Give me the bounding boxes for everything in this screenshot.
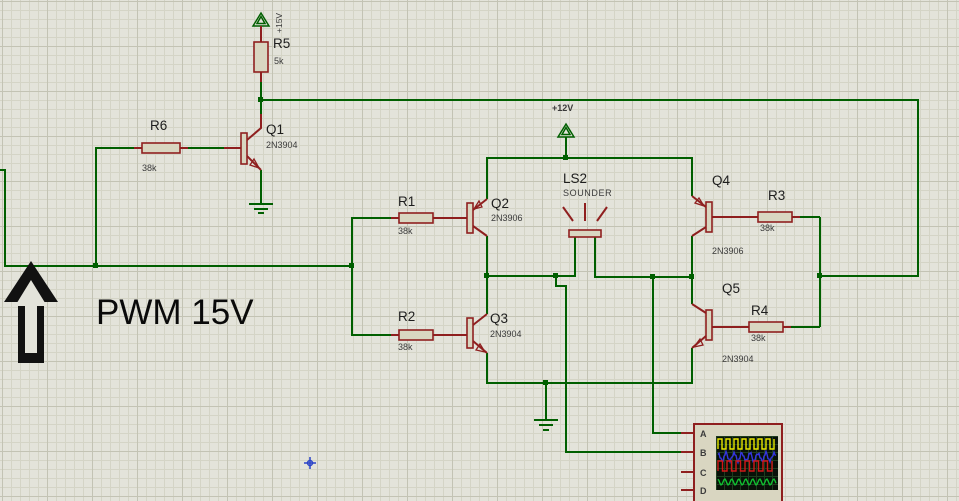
value-q5[interactable]: 2N3904 xyxy=(722,354,754,364)
ref-q2[interactable]: Q2 xyxy=(491,196,509,211)
scope-trace-a xyxy=(717,438,775,450)
ref-r6[interactable]: R6 xyxy=(150,118,167,133)
value-q4[interactable]: 2N3906 xyxy=(712,246,744,256)
scope-trace-d xyxy=(717,478,777,486)
resistor-r2[interactable] xyxy=(391,329,467,341)
power-label-12v: +12V xyxy=(552,103,574,113)
resistor-r1[interactable] xyxy=(391,212,467,224)
ref-ls2[interactable]: LS2 xyxy=(563,171,587,186)
ref-r4[interactable]: R4 xyxy=(751,303,768,318)
wire-bridge-right-output xyxy=(594,237,692,278)
transistor-q5[interactable] xyxy=(691,303,713,349)
wire-to-scope-b xyxy=(555,276,681,453)
resistor-r4[interactable] xyxy=(712,321,791,333)
transistor-q2[interactable] xyxy=(466,198,488,237)
ref-q4[interactable]: Q4 xyxy=(712,173,730,188)
resistor-r5[interactable] xyxy=(253,26,269,82)
value-ls2[interactable]: SOUNDER xyxy=(563,188,612,198)
origin-marker-icon xyxy=(304,457,316,469)
ground-icon-bridge[interactable] xyxy=(534,419,558,431)
transistor-q1[interactable] xyxy=(224,114,262,171)
scope-pin-label-a: A xyxy=(700,429,707,439)
value-q2[interactable]: 2N3906 xyxy=(491,213,523,223)
scope-pin-label-c: C xyxy=(700,468,707,478)
scope-trace-c xyxy=(717,460,773,472)
wire-pwm-input xyxy=(0,169,352,267)
ref-q3[interactable]: Q3 xyxy=(490,311,508,326)
ref-r1[interactable]: R1 xyxy=(398,194,415,209)
wire-to-scope-a xyxy=(652,277,681,434)
junction-dots xyxy=(93,97,822,385)
scope-screen xyxy=(716,436,778,490)
value-r5[interactable]: 5k xyxy=(274,56,284,66)
ref-r3[interactable]: R3 xyxy=(768,188,785,203)
ref-q1[interactable]: Q1 xyxy=(266,122,284,137)
ground-icon-q1[interactable] xyxy=(249,203,273,214)
wire-bottom-rail xyxy=(486,348,693,384)
scope-pin-label-d: D xyxy=(700,486,707,496)
value-q1[interactable]: 2N3904 xyxy=(266,140,298,150)
value-r6[interactable]: 38k xyxy=(142,163,157,173)
sounder-ls2[interactable] xyxy=(562,203,608,238)
value-q3[interactable]: 2N3904 xyxy=(490,329,522,339)
resistor-r3[interactable] xyxy=(712,211,800,223)
wires[interactable] xyxy=(0,82,919,453)
transistor-q4[interactable] xyxy=(691,195,713,237)
resistor-r6[interactable] xyxy=(134,142,188,154)
ref-r5[interactable]: R5 xyxy=(273,36,290,51)
power-label-15v: +15V xyxy=(274,12,284,33)
schematic-drawing xyxy=(0,11,919,491)
ref-r2[interactable]: R2 xyxy=(398,309,415,324)
value-r3[interactable]: 38k xyxy=(760,223,775,233)
transistor-q3[interactable] xyxy=(466,313,488,354)
value-r1[interactable]: 38k xyxy=(398,226,413,236)
scope-pin-label-b: B xyxy=(700,448,707,458)
power-flag-12v-icon[interactable] xyxy=(556,122,576,138)
oscilloscope[interactable]: A B C D xyxy=(693,423,783,501)
wire-bridge-left-output xyxy=(487,237,576,277)
power-flag-15v-icon[interactable] xyxy=(251,11,271,27)
value-r4[interactable]: 38k xyxy=(751,333,766,343)
pwm-arrow-icon xyxy=(4,261,58,363)
schematic-canvas[interactable]: +15V R5 5k R6 38k Q1 2N3904 PWM 15V R1 3… xyxy=(0,0,959,501)
value-r2[interactable]: 38k xyxy=(398,342,413,352)
ref-q5[interactable]: Q5 xyxy=(722,281,740,296)
scope-waveforms xyxy=(717,438,777,486)
pwm-annotation: PWM 15V xyxy=(96,293,254,332)
